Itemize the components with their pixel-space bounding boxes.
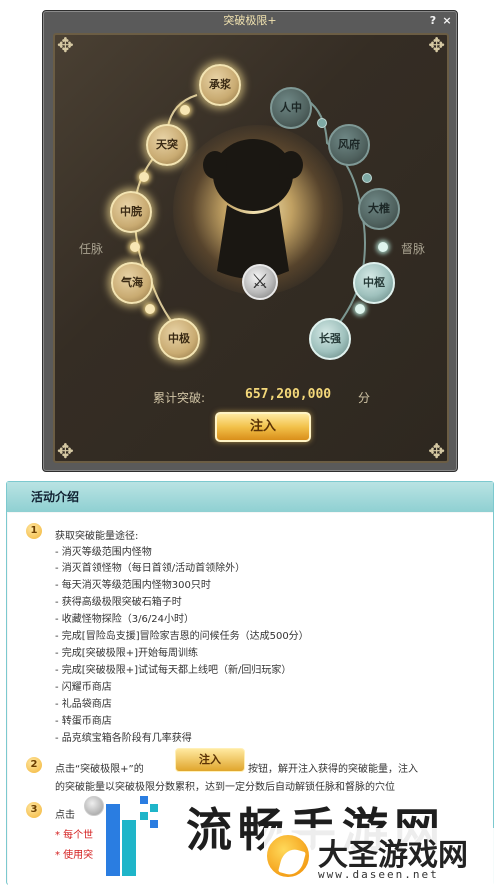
meridian-dot — [317, 118, 327, 128]
total-break-label: 累计突破: — [153, 391, 206, 405]
list-item: - 转蛋币商店 — [55, 716, 112, 727]
meridian-dot — [355, 304, 365, 314]
inline-inject-button: 注入 — [175, 748, 245, 772]
sword-icon[interactable]: ⚔ — [242, 264, 278, 300]
game-window: 突破极限+ ? × ✥ ✥ ✥ ✥ ⚔ 承浆 天突 中脘 气海 中极 任脉 督脉… — [42, 10, 458, 472]
list-item: - 完成[冒险岛支援]冒险家吉恩的问候任务（达成500分） — [55, 631, 309, 642]
right-meridian-label: 督脉 — [401, 242, 426, 256]
acupoint-chengjiang[interactable]: 承浆 — [199, 64, 241, 106]
acupoint-tiantu[interactable]: 天突 — [146, 124, 188, 166]
character-silhouette — [203, 139, 303, 279]
meridian-dot — [378, 242, 388, 252]
list-item: - 闪耀币商店 — [55, 682, 112, 693]
list-item: - 消灭等级范围内怪物 — [55, 547, 152, 558]
list-item: - 消灭首领怪物（每日首领/活动首领除外） — [55, 563, 246, 574]
brand-url: www.daseen.net — [318, 868, 439, 881]
list-item: - 完成[突破极限+]试试每天都上线吧（新/回归玩家） — [55, 665, 292, 676]
note-line: * 每个世 — [55, 830, 94, 841]
step-number-badge: 3 — [26, 802, 42, 818]
acupoint-zhongji[interactable]: 中极 — [158, 318, 200, 360]
help-icon[interactable]: ? — [427, 14, 439, 27]
total-break-unit: 分 — [358, 391, 371, 405]
acupoint-zhongwan[interactable]: 中脘 — [110, 191, 152, 233]
meridian-dot — [145, 304, 155, 314]
step2-text-suffix: 按钮，解开注入获得的突破能量，注入 — [248, 764, 418, 775]
brand-logo-icon — [264, 832, 312, 880]
list-item: - 每天消灭等级范围内怪物300只时 — [55, 580, 211, 591]
meridian-dot — [139, 172, 149, 182]
note-line: * 使用突 — [55, 850, 94, 861]
step-number-badge: 2 — [26, 757, 42, 773]
watermark-logo-icon — [106, 796, 158, 876]
activity-title: 活动介绍 — [7, 482, 493, 512]
total-break-value: 657,200,000 — [245, 387, 332, 402]
list-item: - 礼品袋商店 — [55, 699, 112, 710]
acupoint-zhongshu[interactable]: 中枢 — [353, 262, 395, 304]
meridian-dot — [130, 242, 140, 252]
inject-button[interactable]: 注入 — [215, 412, 311, 442]
acupoint-qihai[interactable]: 气海 — [111, 262, 153, 304]
window-title: 突破极限+ — [223, 14, 277, 27]
acupoint-renzhong[interactable]: 人中 — [270, 87, 312, 129]
meridian-panel: ✥ ✥ ✥ ✥ ⚔ 承浆 天突 中脘 气海 中极 任脉 督脉 人中 风府 大椎 … — [53, 33, 449, 463]
close-icon[interactable]: × — [441, 14, 453, 27]
list-item: - 完成[突破极限+]开始每周训练 — [55, 648, 198, 659]
meridian-dot — [362, 173, 372, 183]
list-item: - 品克缤宝箱各阶段有几率获得 — [55, 733, 192, 744]
list-item: - 获得高级极限突破石箱子时 — [55, 597, 182, 608]
step3-text: 点击 — [55, 810, 75, 821]
step1-title: 获取突破能量途径: — [55, 531, 139, 542]
acupoint-changqiang[interactable]: 长强 — [309, 318, 351, 360]
acupoint-fengfu[interactable]: 风府 — [328, 124, 370, 166]
watermark-brand: 大圣游戏网 www.daseen.net — [264, 828, 494, 886]
left-meridian-label: 任脉 — [79, 242, 104, 256]
meridian-dot — [180, 105, 190, 115]
step-number-badge: 1 — [26, 523, 42, 539]
step2-text-prefix: 点击“突破极限+”的 — [55, 764, 144, 775]
list-item: - 收藏怪物探险（3/6/24小时） — [55, 614, 194, 625]
acupoint-dazhui[interactable]: 大椎 — [358, 188, 400, 230]
